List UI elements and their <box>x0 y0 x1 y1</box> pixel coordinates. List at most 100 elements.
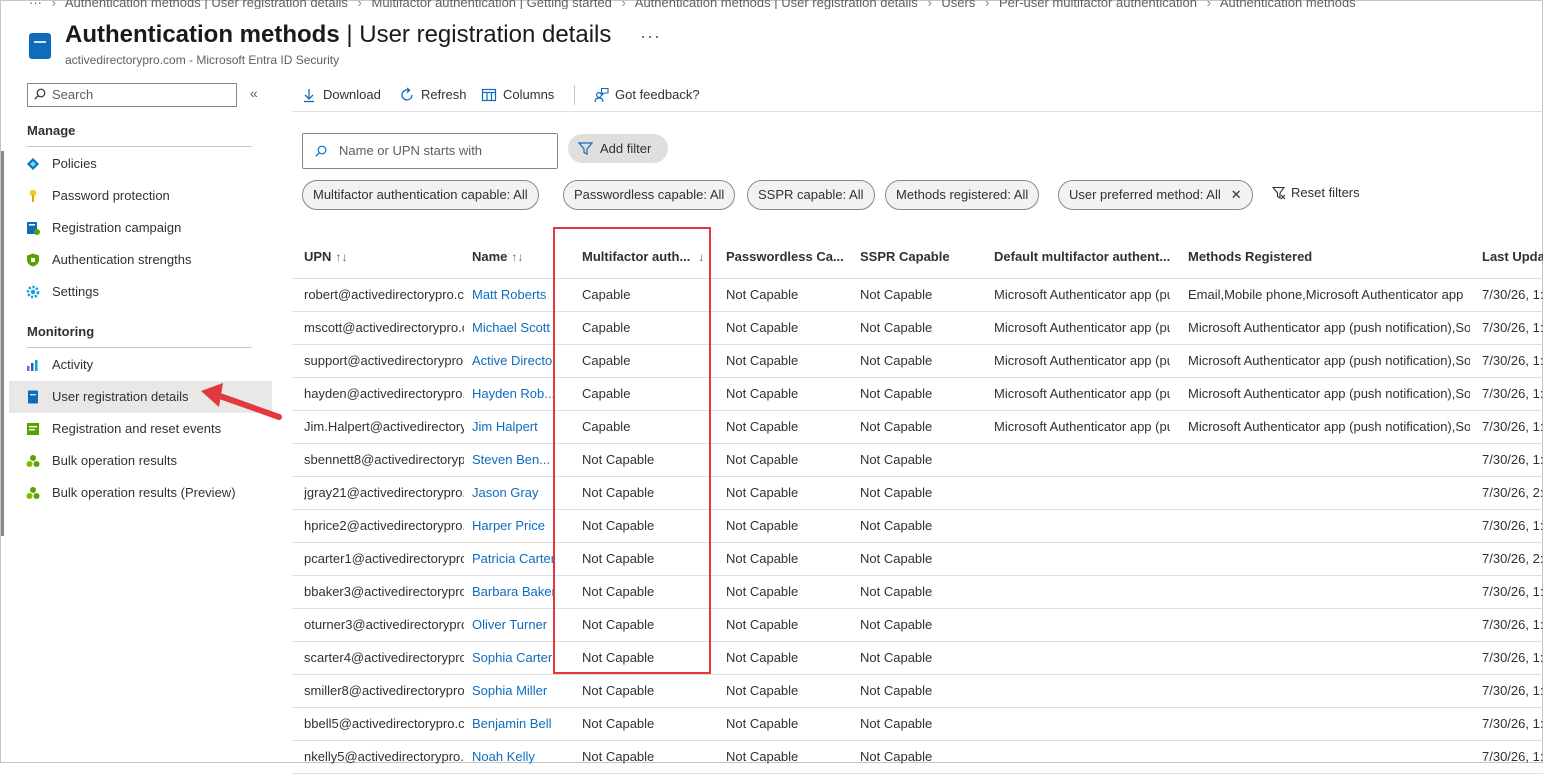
close-icon[interactable]: ✕ <box>1231 187 1242 202</box>
table-row[interactable]: support@activedirectorypro.com Active Dir… <box>292 345 1543 378</box>
table-row[interactable]: pcarter1@activedirectorypro.com Patricia … <box>292 543 1543 576</box>
sidebar-item-settings[interactable]: Settings <box>9 276 272 308</box>
filter-pill-label: SSPR capable: All <box>758 187 864 202</box>
breadcrumb-item[interactable]: Multifactor authentication | Getting sta… <box>372 0 612 9</box>
cell-sspr-capable: Not Capable <box>860 518 933 533</box>
breadcrumb-separator: › <box>51 0 56 9</box>
book-icon <box>28 390 38 404</box>
cell-last-updated: 7/30/26, 1: <box>1482 287 1543 302</box>
cell-methods-registered <box>1188 510 1470 542</box>
columns-icon <box>481 88 497 102</box>
feedback-label: Got feedback? <box>615 87 700 102</box>
column-header-name[interactable]: Name ↑↓ <box>472 239 523 277</box>
cell-last-updated: 7/30/26, 2: <box>1482 551 1543 566</box>
cell-mfa-capable: Not Capable <box>582 683 655 698</box>
cell-name-link[interactable]: Michael Scott <box>472 312 554 344</box>
breadcrumb-item[interactable]: Authentication methods | User registrati… <box>65 0 348 9</box>
table-row[interactable]: robert@activedirectorypro.com Matt Robert… <box>292 279 1543 312</box>
name-upn-search-input[interactable]: Name or UPN starts with <box>302 133 558 169</box>
breadcrumb-more[interactable]: ··· <box>29 0 42 9</box>
cell-last-updated: 7/30/26, 1: <box>1482 518 1543 533</box>
table-row[interactable]: oturner3@activedirectorypro.com Oliver Tu… <box>292 609 1543 642</box>
column-header-sspr-capable[interactable]: SSPR Capable <box>860 239 950 277</box>
table-row[interactable]: bbell5@activedirectorypro.com Benjamin Be… <box>292 708 1543 741</box>
sort-icon[interactable]: ↑↓ <box>511 250 523 264</box>
download-button[interactable]: Download <box>301 81 381 109</box>
cell-last-updated: 7/30/26, 1: <box>1482 452 1543 467</box>
cell-mfa-capable: Capable <box>582 287 631 302</box>
cell-name-link[interactable]: Active Directory Pro <box>472 345 554 377</box>
cell-sspr-capable: Not Capable <box>860 452 933 467</box>
filter-pill-user-preferred-method[interactable]: User preferred method: All ✕ <box>1058 180 1253 210</box>
breadcrumb-item[interactable]: Users <box>941 0 975 9</box>
table-row[interactable]: mscott@activedirectorypro.com Michael Sco… <box>292 312 1543 345</box>
table-row[interactable]: hayden@activedirectorypro.com Hayden Rob.… <box>292 378 1543 411</box>
sort-icon[interactable]: ↑↓ <box>335 250 347 264</box>
filter-pill-sspr-capable[interactable]: SSPR capable: All <box>747 180 875 210</box>
breadcrumb: ··· › Authentication methods | User regi… <box>29 0 1529 9</box>
breadcrumb-item[interactable]: Authentication methods <box>1220 0 1356 9</box>
cell-methods-registered <box>1188 642 1470 674</box>
column-header-mfa-capable[interactable]: Multifactor auth... ↓ <box>582 239 704 277</box>
cell-name-link[interactable]: Sophia Carter <box>472 642 554 674</box>
cell-methods-registered <box>1188 708 1470 740</box>
sidebar-item-activity[interactable]: Activity <box>9 349 272 381</box>
cell-last-updated: 7/30/26, 1: <box>1482 617 1543 632</box>
filter-icon <box>578 142 593 155</box>
sidebar-item-registration-campaign[interactable]: Registration campaign <box>9 212 272 244</box>
column-header-last-updated[interactable]: Last Updated <box>1482 239 1543 277</box>
sidebar-scrollbar[interactable] <box>1 151 4 536</box>
reset-filters-button[interactable]: Reset filters <box>1272 185 1360 200</box>
table-row[interactable]: sbennett8@activedirectorypro.com Steven B… <box>292 444 1543 477</box>
table-row[interactable]: bbaker3@activedirectorypro.com Barbara Ba… <box>292 576 1543 609</box>
cell-passwordless-capable: Not Capable <box>726 683 799 698</box>
sort-descending-icon[interactable]: ↓ <box>698 250 704 264</box>
breadcrumb-item[interactable]: Authentication methods | User registrati… <box>635 0 918 9</box>
cell-name-link[interactable]: Sophia Miller <box>472 675 554 707</box>
column-header-default-mfa-method[interactable]: Default multifactor authent... <box>994 239 1170 277</box>
filter-pill-methods-registered[interactable]: Methods registered: All <box>885 180 1040 210</box>
filter-pill-mfa-capable[interactable]: Multifactor authentication capable: All <box>302 180 539 210</box>
table-row[interactable]: Jim.Halpert@activedirectorypro.com Jim Ha… <box>292 411 1543 444</box>
cell-sspr-capable: Not Capable <box>860 419 933 434</box>
cell-name-link[interactable]: Jason Gray <box>472 477 554 509</box>
breadcrumb-item[interactable]: Per-user multifactor authentication <box>999 0 1197 9</box>
cell-default-mfa-method <box>994 642 1170 674</box>
cell-mfa-capable: Not Capable <box>582 551 655 566</box>
cell-name-link[interactable]: Hayden Rob... <box>472 378 554 410</box>
cell-default-mfa-method <box>994 741 1170 773</box>
filter-pill-passwordless-capable[interactable]: Passwordless capable: All <box>563 180 736 210</box>
cell-sspr-capable: Not Capable <box>860 320 933 335</box>
table-row[interactable]: scarter4@activedirectorypro.com Sophia Ca… <box>292 642 1543 675</box>
cell-name-link[interactable]: Jim Halpert <box>472 411 554 443</box>
collapse-sidebar-button[interactable]: « <box>250 85 258 101</box>
feedback-button[interactable]: Got feedback? <box>593 81 700 109</box>
breadcrumb-separator: › <box>984 0 990 9</box>
sidebar-item-policies[interactable]: Policies <box>9 148 272 180</box>
sidebar-item-bulk-operation-results-preview[interactable]: Bulk operation results (Preview) <box>9 477 272 509</box>
sidebar-search-input[interactable]: Search <box>27 83 237 107</box>
sidebar-item-authentication-strengths[interactable]: Authentication strengths <box>9 244 272 276</box>
table-row[interactable]: nkelly5@activedirectorypro.com Noah Kelly… <box>292 741 1543 774</box>
cell-name-link[interactable]: Noah Kelly <box>472 741 554 773</box>
cell-name-link[interactable]: Oliver Turner <box>472 609 554 641</box>
cell-name-link[interactable]: Benjamin Bell <box>472 708 554 740</box>
cell-name-link[interactable]: Steven Ben... <box>472 444 554 476</box>
cell-name-link[interactable]: Barbara Baker <box>472 576 554 608</box>
cell-methods-registered: Email,Mobile phone,Microsoft Authenticat… <box>1188 287 1464 302</box>
columns-button[interactable]: Columns <box>481 81 554 109</box>
cell-name-link[interactable]: Matt Roberts <box>472 279 554 311</box>
sidebar-item-bulk-operation-results[interactable]: Bulk operation results <box>9 445 272 477</box>
table-row[interactable]: smiller8@activedirectorypro.com Sophia Mi… <box>292 675 1543 708</box>
more-options-button[interactable]: ··· <box>640 26 661 46</box>
sidebar-item-password-protection[interactable]: Password protection <box>9 180 272 212</box>
column-header-methods-registered[interactable]: Methods Registered <box>1188 239 1312 277</box>
table-row[interactable]: hprice2@activedirectorypro.com Harper Pri… <box>292 510 1543 543</box>
cell-name-link[interactable]: Harper Price <box>472 510 554 542</box>
table-row[interactable]: jgray21@activedirectorypro.com Jason Gray… <box>292 477 1543 510</box>
add-filter-button[interactable]: Add filter <box>568 134 668 163</box>
refresh-button[interactable]: Refresh <box>399 81 467 109</box>
cell-name-link[interactable]: Patricia Carter <box>472 543 554 575</box>
column-header-upn[interactable]: UPN ↑↓ <box>304 239 347 277</box>
column-header-passwordless-capable[interactable]: Passwordless Ca... <box>726 239 844 277</box>
